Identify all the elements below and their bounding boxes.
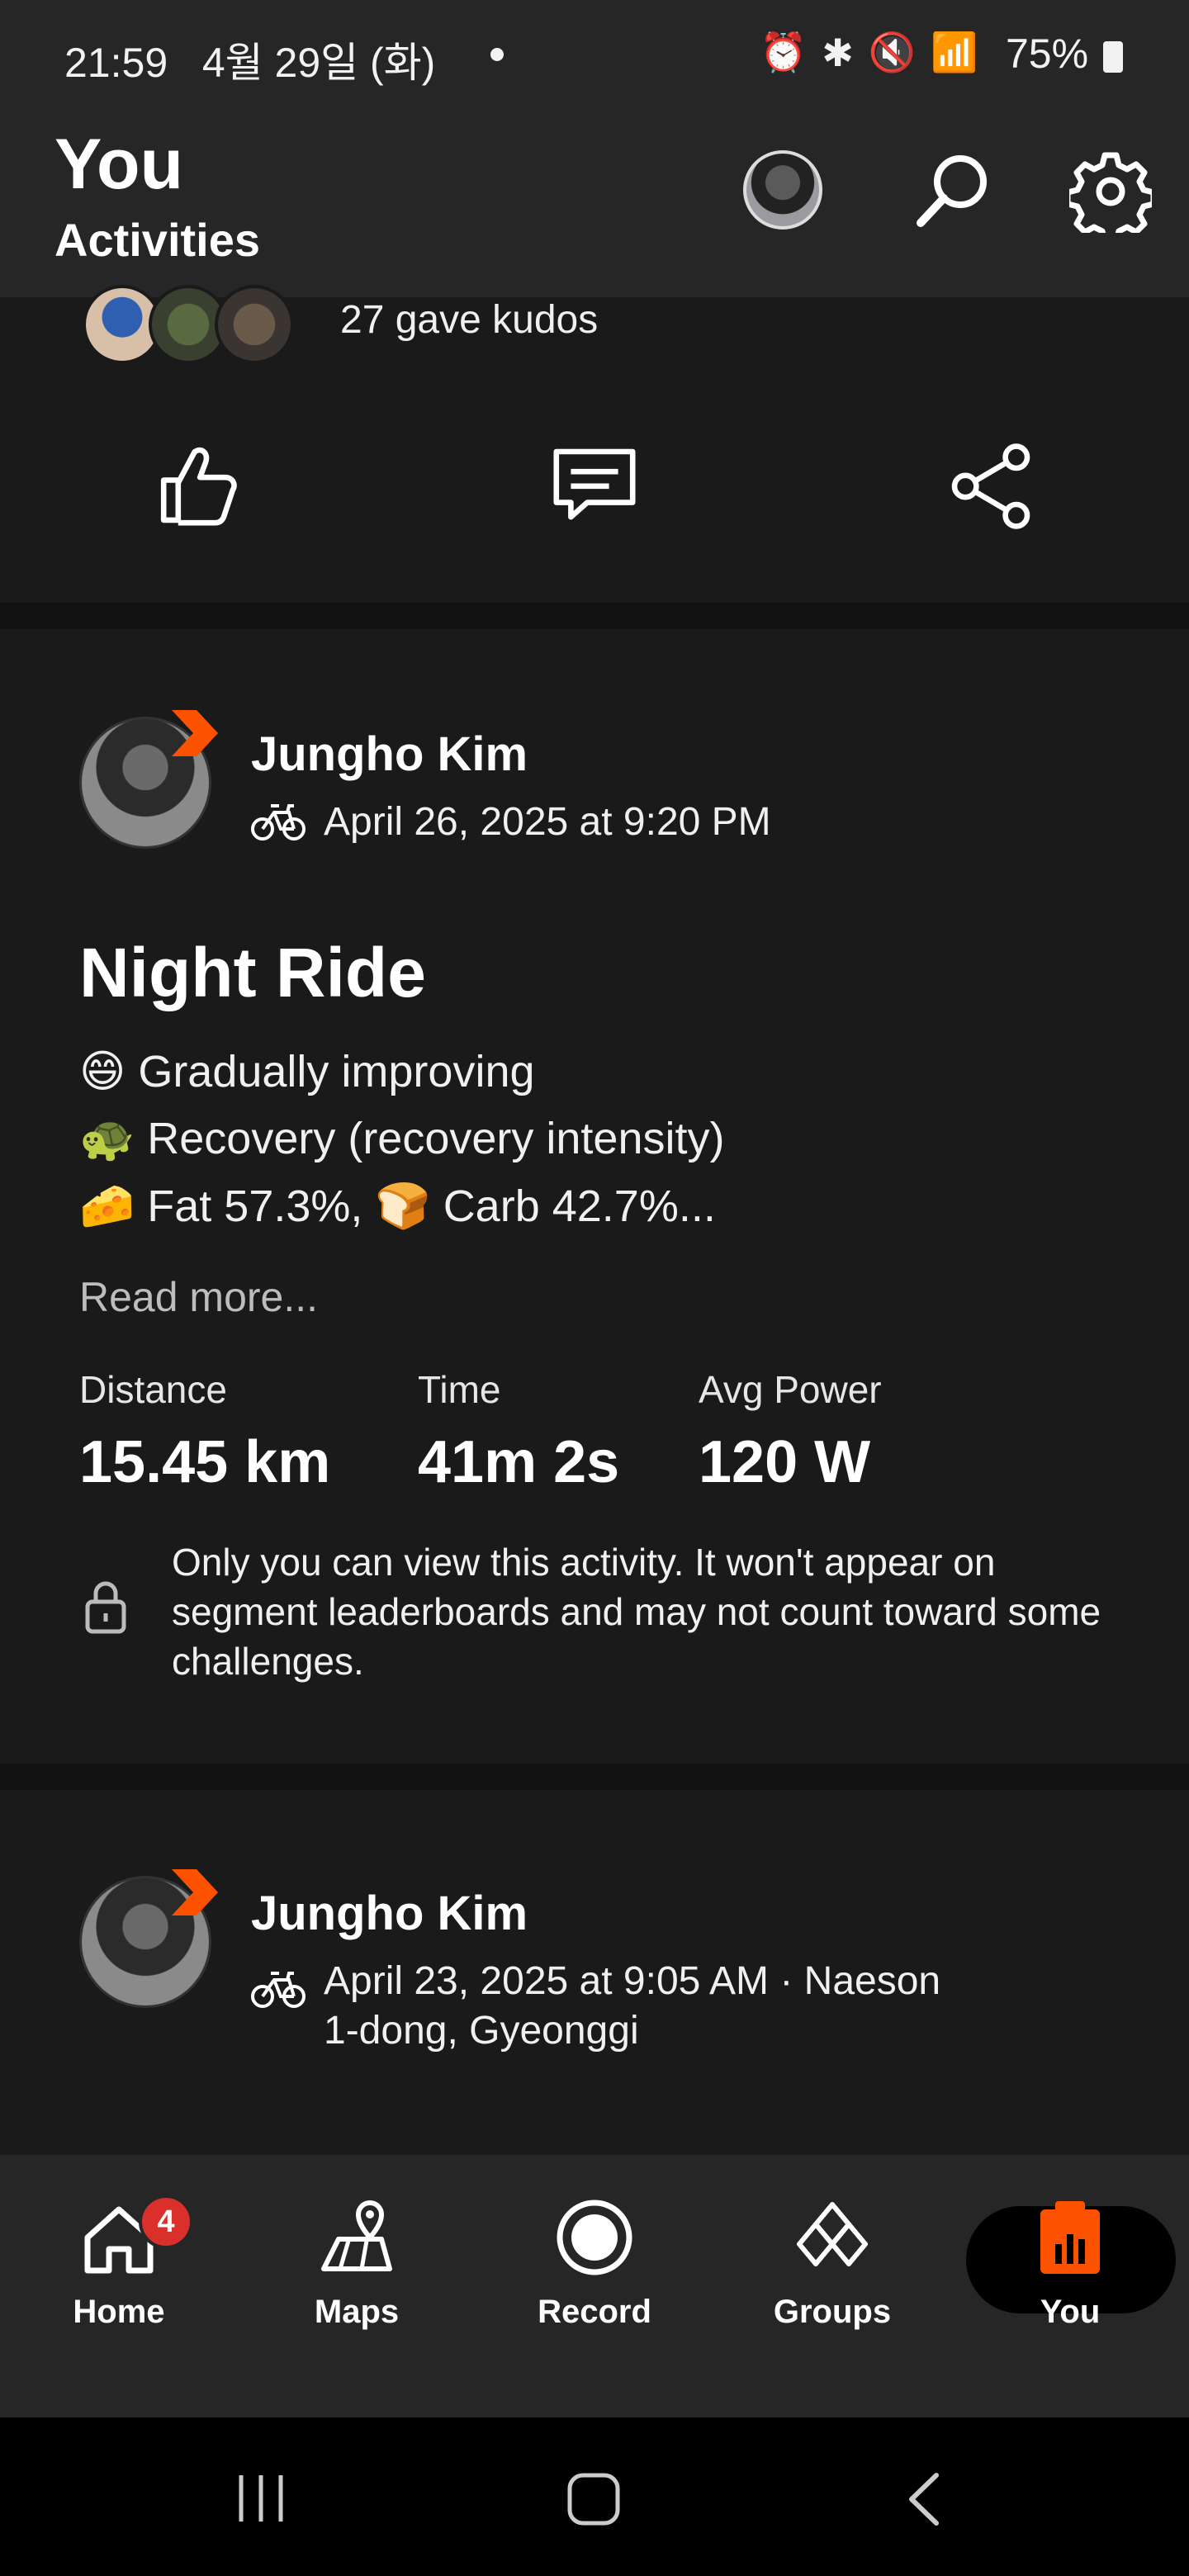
- stat-value: 41m 2s: [418, 1429, 620, 1495]
- back-icon[interactable]: [907, 2472, 943, 2526]
- clock: 21:59: [64, 40, 168, 86]
- kudos-icon[interactable]: [153, 439, 244, 530]
- activity-date: April 23, 2025 at 9:05 AM · Naeson: [324, 1959, 941, 2003]
- nav-record[interactable]: Record: [504, 2196, 685, 2331]
- nav-label: Groups: [773, 2294, 892, 2330]
- groups-icon: [797, 2202, 868, 2266]
- bluetooth-icon: ✱: [822, 31, 854, 74]
- you-icon: [1040, 2201, 1100, 2274]
- page-title: You: [54, 125, 184, 204]
- alarm-icon: ⏰: [760, 31, 808, 73]
- signal-icon: 📶: [931, 31, 978, 73]
- search-icon[interactable]: [912, 149, 995, 231]
- description-line: 😄 Gradually improving: [79, 1047, 535, 1096]
- nav-maps[interactable]: Maps: [266, 2196, 448, 2331]
- description-line: 🧀 Fat 57.3%, 🍞 Carb 42.7%...: [79, 1181, 716, 1231]
- notification-badge: 4: [139, 2195, 193, 2249]
- privacy-note: Only you can view this activity. It won'…: [172, 1541, 1101, 1683]
- battery-level: 75%: [1006, 31, 1089, 77]
- home-button-icon[interactable]: [566, 2472, 621, 2526]
- stat-label: Distance: [79, 1368, 227, 1411]
- nav-label: You: [1040, 2294, 1101, 2330]
- battery-icon: [1103, 41, 1123, 73]
- recent-apps-icon[interactable]: [234, 2472, 287, 2525]
- turtle-emoji-icon: 🐢: [79, 1114, 135, 1163]
- share-icon[interactable]: [945, 441, 1036, 532]
- subscriber-badge-icon: [172, 1869, 218, 1915]
- activity-title[interactable]: Night Ride: [79, 933, 426, 1013]
- bike-icon: [251, 1972, 306, 2008]
- nav-label: Maps: [314, 2294, 400, 2330]
- stat-value: 15.45 km: [79, 1429, 331, 1495]
- bread-emoji-icon: 🍞: [375, 1181, 431, 1231]
- comment-icon[interactable]: [549, 443, 640, 533]
- profile-avatar[interactable]: [743, 150, 822, 230]
- settings-icon[interactable]: [1069, 150, 1152, 233]
- athlete-name[interactable]: Jungho Kim: [251, 727, 528, 782]
- nav-you[interactable]: You: [979, 2196, 1161, 2331]
- mute-icon: 🔇: [868, 31, 917, 73]
- kudos-count[interactable]: 27 gave kudos: [340, 297, 598, 343]
- stat-label: Avg Power: [699, 1368, 882, 1411]
- notification-dot: [490, 48, 504, 61]
- activity-location: 1-dong, Gyeonggi: [324, 2009, 639, 2053]
- description-line: 🐢 Recovery (recovery intensity): [79, 1114, 725, 1163]
- nav-label: Record: [538, 2294, 651, 2330]
- map-icon: [321, 2200, 392, 2271]
- athlete-name[interactable]: Jungho Kim: [251, 1886, 528, 1941]
- read-more-link[interactable]: Read more...: [79, 1273, 318, 1321]
- cheese-emoji-icon: 🧀: [79, 1181, 135, 1231]
- record-icon: [557, 2200, 632, 2275]
- subscriber-badge-icon: [172, 710, 218, 756]
- status-time: 21:59 4월 29일 (화): [64, 30, 435, 89]
- lock-icon: [85, 1581, 126, 1634]
- stat-label: Time: [418, 1368, 501, 1411]
- nav-groups[interactable]: Groups: [741, 2196, 923, 2331]
- nav-label: Home: [73, 2294, 165, 2330]
- activity-date: April 26, 2025 at 9:20 PM: [324, 800, 771, 844]
- bike-icon: [251, 804, 306, 841]
- kudos-avatar: [215, 285, 294, 364]
- page-subtitle: Activities: [54, 214, 260, 266]
- stat-value: 120 W: [699, 1429, 871, 1495]
- grin-emoji-icon: 😄: [79, 1047, 126, 1096]
- status-icons: ⏰ ✱ 🔇 📶: [760, 30, 978, 75]
- date: 4월 29일 (화): [201, 40, 436, 86]
